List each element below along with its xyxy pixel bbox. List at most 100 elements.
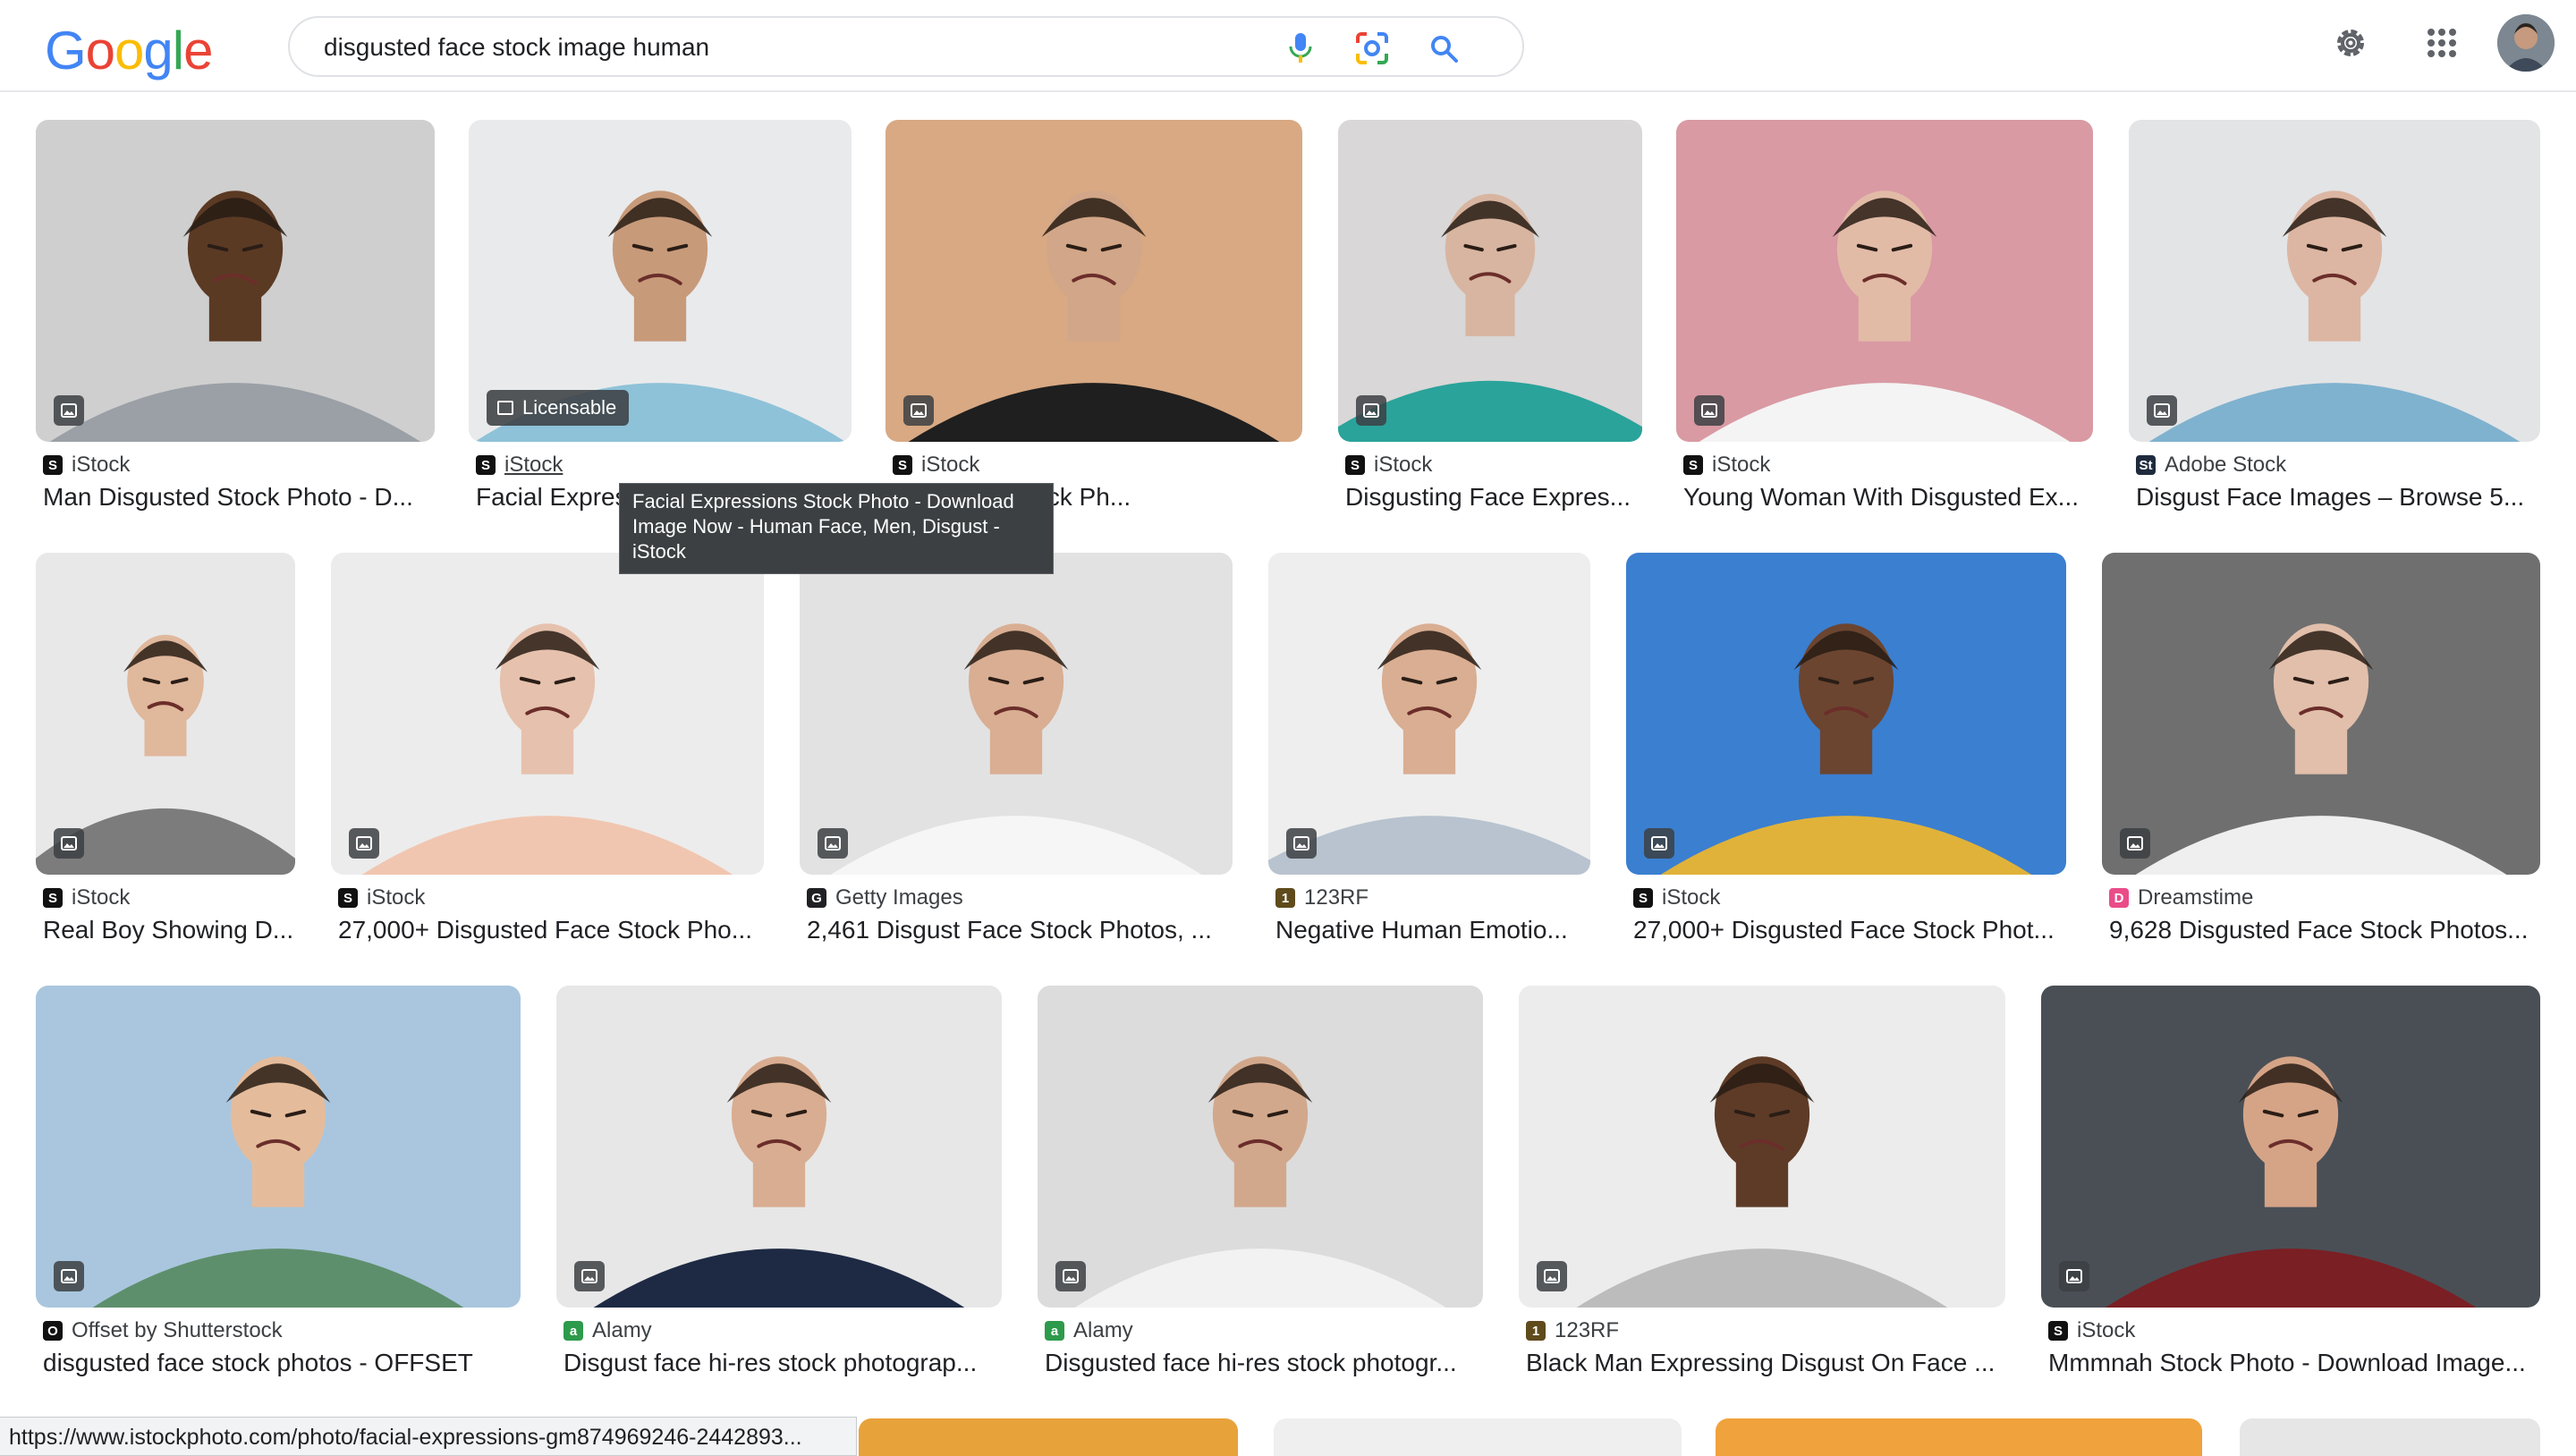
logo-letter: o xyxy=(114,21,144,80)
result-source[interactable]: SiStock xyxy=(893,453,979,478)
image-result[interactable]: St Adobe Stock Disgust Face Images – Brows… xyxy=(2129,120,2540,519)
result-thumbnail-partial[interactable] xyxy=(1274,1418,1682,1456)
result-source[interactable]: SiStock xyxy=(476,453,563,478)
image-result[interactable]: 1 123RF Negative Human Emotio... xyxy=(1268,553,1590,952)
avatar[interactable] xyxy=(2497,14,2555,72)
gear-icon[interactable] xyxy=(2329,18,2372,68)
image-result[interactable]: 1 123RF Black Man Expressing Disgust On Fa… xyxy=(1519,986,2005,1384)
logo-letter: o xyxy=(85,21,115,80)
result-thumbnail[interactable] xyxy=(331,553,764,875)
result-title[interactable]: Mmmnah Stock Photo - Download Image... xyxy=(2048,1349,2540,1377)
result-title[interactable]: Disgust face hi-res stock photograp... xyxy=(564,1349,1002,1377)
image-icon xyxy=(1286,828,1317,859)
result-title[interactable]: 27,000+ Disgusted Face Stock Pho... xyxy=(338,916,764,944)
result-thumbnail[interactable] xyxy=(1626,553,2066,875)
result-source[interactable]: St Adobe Stock xyxy=(2136,453,2286,478)
source-favicon-icon: O xyxy=(43,1321,63,1341)
image-result[interactable]: SiStock Man Disgusted Stock Photo - D... xyxy=(36,120,435,519)
search-input[interactable] xyxy=(324,30,1218,64)
source-favicon-icon: S xyxy=(2048,1321,2068,1341)
image-result[interactable]: SiStock Mmmnah Stock Photo - Download Ima… xyxy=(2041,986,2540,1384)
result-thumbnail-partial[interactable] xyxy=(1716,1418,2202,1456)
image-result[interactable]: D Dreamstime 9,628 Disgusted Face Stock Ph… xyxy=(2102,553,2540,952)
source-favicon-icon: St xyxy=(2136,455,2156,475)
image-icon xyxy=(349,828,379,859)
image-result[interactable]: SiStock Young Woman With Disgusted Ex... xyxy=(1676,120,2093,519)
image-result[interactable]: a Alamy Disgust face hi-res stock photogra… xyxy=(556,986,1002,1384)
result-thumbnail[interactable] xyxy=(2102,553,2540,875)
result-title[interactable]: Disgusted face hi-res stock photogr... xyxy=(1045,1349,1483,1377)
image-icon xyxy=(2059,1261,2089,1291)
image-result[interactable]: SiStock Real Boy Showing D... xyxy=(36,553,295,952)
result-title[interactable]: 2,461 Disgust Face Stock Photos, ... xyxy=(807,916,1233,944)
result-title[interactable]: Disgusting Face Expres... xyxy=(1345,483,1642,512)
image-result[interactable]: SiStock 27,000+ Disgusted Face Stock Phot… xyxy=(1626,553,2066,952)
result-thumbnail[interactable] xyxy=(36,120,435,442)
logo-letter: l xyxy=(172,21,184,80)
search-box[interactable] xyxy=(288,16,1524,77)
result-title[interactable]: 27,000+ Disgusted Face Stock Phot... xyxy=(1633,916,2066,944)
result-thumbnail[interactable] xyxy=(556,986,1002,1308)
result-thumbnail[interactable] xyxy=(1038,986,1483,1308)
result-title[interactable]: Black Man Expressing Disgust On Face ... xyxy=(1526,1349,2005,1377)
result-source[interactable]: SiStock xyxy=(1633,885,1720,910)
result-thumbnail-partial[interactable] xyxy=(2240,1418,2540,1456)
result-thumbnail-partial[interactable] xyxy=(859,1418,1238,1456)
result-thumbnail[interactable] xyxy=(1338,120,1642,442)
result-thumbnail[interactable] xyxy=(36,986,521,1308)
result-source[interactable]: SiStock xyxy=(43,885,130,910)
google-logo[interactable]: Google xyxy=(45,20,214,81)
result-title[interactable]: Man Disgusted Stock Photo - D... xyxy=(43,483,435,512)
image-result[interactable]: SiStock 27,000+ Disgusted Face Stock Pho.… xyxy=(331,553,764,952)
image-result[interactable]: O Offset by Shutterstock disgusted face st… xyxy=(36,986,521,1384)
result-source[interactable]: D Dreamstime xyxy=(2109,885,2253,910)
result-thumbnail[interactable] xyxy=(2041,986,2540,1308)
result-thumbnail[interactable] xyxy=(886,120,1302,442)
result-thumbnail[interactable] xyxy=(1676,120,2093,442)
lens-icon[interactable] xyxy=(1352,29,1392,68)
image-result[interactable]: Licensable SiStock Facial Expres xyxy=(469,120,852,519)
result-source[interactable]: 1 123RF xyxy=(1526,1318,1619,1343)
image-result[interactable]: SiStocksted Face Stock Ph... xyxy=(886,120,1302,519)
result-thumbnail[interactable] xyxy=(1519,986,2005,1308)
source-name: iStock xyxy=(1374,453,1433,477)
source-name: 123RF xyxy=(1304,885,1369,910)
licensable-badge[interactable]: Licensable xyxy=(487,390,630,426)
apps-grid-icon[interactable] xyxy=(2420,18,2463,68)
image-result[interactable]: a Alamy Disgusted face hi-res stock photog… xyxy=(1038,986,1483,1384)
image-icon xyxy=(497,401,513,415)
source-favicon-icon: S xyxy=(1683,455,1703,475)
result-thumbnail[interactable]: Licensable xyxy=(469,120,852,442)
result-title[interactable]: disgusted face stock photos - OFFSET xyxy=(43,1349,521,1377)
result-source[interactable]: SiStock xyxy=(43,453,130,478)
result-source[interactable]: SiStock xyxy=(1683,453,1770,478)
result-thumbnail[interactable] xyxy=(2129,120,2540,442)
result-title[interactable]: Negative Human Emotio... xyxy=(1275,916,1590,944)
result-source[interactable]: G Getty Images xyxy=(807,885,963,910)
result-source[interactable]: O Offset by Shutterstock xyxy=(43,1318,283,1343)
result-thumbnail[interactable] xyxy=(36,553,295,875)
result-source[interactable]: SiStock xyxy=(338,885,425,910)
image-result[interactable]: G Getty Images 2,461 Disgust Face Stock Ph… xyxy=(800,553,1233,952)
result-title[interactable]: Disgust Face Images – Browse 5... xyxy=(2136,483,2540,512)
source-favicon-icon: S xyxy=(893,455,912,475)
hover-tooltip: Facial Expressions Stock Photo - Downloa… xyxy=(619,483,1054,574)
source-favicon-icon: S xyxy=(476,455,496,475)
result-source[interactable]: SiStock xyxy=(2048,1318,2135,1343)
result-source[interactable]: SiStock xyxy=(1345,453,1432,478)
result-thumbnail[interactable] xyxy=(800,553,1233,875)
result-title[interactable]: Real Boy Showing D... xyxy=(43,916,295,944)
source-favicon-icon: a xyxy=(564,1321,583,1341)
mic-icon[interactable] xyxy=(1283,30,1318,66)
image-result[interactable]: SiStock Disgusting Face Expres... xyxy=(1338,120,1642,519)
result-title[interactable]: Young Woman With Disgusted Ex... xyxy=(1683,483,2093,512)
result-title[interactable]: 9,628 Disgusted Face Stock Photos... xyxy=(2109,916,2540,944)
result-source[interactable]: a Alamy xyxy=(564,1318,652,1343)
result-source[interactable]: a Alamy xyxy=(1045,1318,1133,1343)
image-icon xyxy=(2120,828,2150,859)
source-name: iStock xyxy=(1712,453,1771,477)
result-source[interactable]: 1 123RF xyxy=(1275,885,1368,910)
result-thumbnail[interactable] xyxy=(1268,553,1590,875)
image-icon xyxy=(1644,828,1674,859)
search-icon[interactable] xyxy=(1426,30,1462,66)
